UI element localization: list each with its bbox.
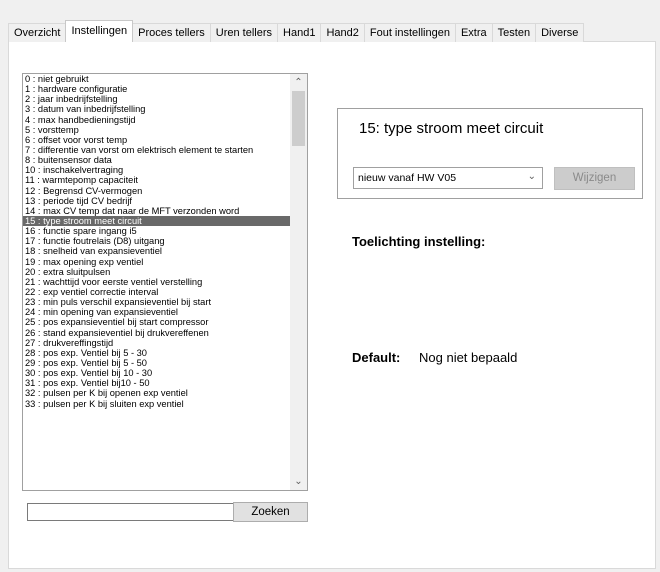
list-item[interactable]: 28 : pos exp. Ventiel bij 5 - 30 [23,348,290,358]
tab-hand1[interactable]: Hand1 [277,23,322,42]
list-item[interactable]: 12 : Begrensd CV-vermogen [23,186,290,196]
list-item[interactable]: 13 : periode tijd CV bedrijf [23,196,290,206]
tab-hand2[interactable]: Hand2 [320,23,365,42]
list-item[interactable]: 19 : max opening exp ventiel [23,257,290,267]
list-item[interactable]: 26 : stand expansieventiel bij drukveref… [23,328,290,338]
settings-listbox[interactable]: 0 : niet gebruikt 1 : hardware configurat… [22,73,308,491]
chevron-down-icon[interactable]: ⌄ [290,473,307,490]
list-item[interactable]: 29 : pos exp. Ventiel bij 5 - 50 [23,358,290,368]
tab-overzicht[interactable]: Overzicht [8,23,67,42]
list-item[interactable]: 18 : snelheid van expansieventiel [23,246,290,256]
list-item[interactable]: 20 : extra sluitpulsen [23,267,290,277]
tab-bar: Overzicht Instellingen Proces tellers Ur… [8,20,585,42]
list-item[interactable]: 14 : max CV temp dat naar de MFT verzond… [23,206,290,216]
list-item[interactable]: 25 : pos expansieventiel bij start compr… [23,317,290,327]
list-item[interactable]: 15 : type stroom meet circuit [23,215,290,227]
explanation-heading: Toelichting instelling: [352,234,486,249]
list-item[interactable]: 30 : pos exp. Ventiel bij 10 - 30 [23,368,290,378]
list-item[interactable]: 31 : pos exp. Ventiel bij10 - 50 [23,378,290,388]
tab-extra[interactable]: Extra [454,23,493,42]
vertical-scrollbar[interactable]: ⌃ ⌄ [290,74,307,490]
list-item[interactable]: 16 : functie spare ingang i5 [23,226,290,236]
list-item[interactable]: 4 : max handbedieningstijd [23,115,290,125]
list-item[interactable]: 1 : hardware configuratie [23,84,290,94]
setting-title: 15: type stroom meet circuit [359,120,544,137]
list-item[interactable]: 3 : datum van inbedrijfstelling [23,104,290,114]
list-item[interactable]: 32 : pulsen per K bij openen exp ventiel [23,388,290,398]
setting-detail-box: 15: type stroom meet circuit nieuw vanaf… [337,108,643,199]
select-value: nieuw vanaf HW V05 [358,172,457,184]
list-item[interactable]: 6 : offset voor vorst temp [23,135,290,145]
tab-fout-instellingen[interactable]: Fout instellingen [363,23,456,42]
list-item[interactable]: 7 : differentie van vorst om elektrisch … [23,145,290,155]
change-button[interactable]: Wijzigen [554,167,635,190]
tab-diverse[interactable]: Diverse [535,23,585,42]
settings-list-items: 0 : niet gebruikt 1 : hardware configurat… [23,74,290,409]
list-item[interactable]: 21 : wachttijd voor eerste ventiel verst… [23,277,290,287]
list-item[interactable]: 2 : jaar inbedrijfstelling [23,94,290,104]
tab-uren-tellers[interactable]: Uren tellers [209,23,279,42]
list-item[interactable]: 17 : functie foutrelais (D8) uitgang [23,236,290,246]
scrollbar-thumb[interactable] [292,91,305,146]
list-item[interactable]: 27 : drukvereffingstijd [23,338,290,348]
chevron-up-icon[interactable]: ⌃ [290,74,307,91]
list-item[interactable]: 11 : warmtepomp capaciteit [23,175,290,185]
search-input[interactable] [27,503,234,521]
default-label: Default: [352,350,401,365]
list-item[interactable]: 0 : niet gebruikt [23,74,290,84]
tab-proces-tellers[interactable]: Proces tellers [132,23,211,42]
app-window: Overzicht Instellingen Proces tellers Ur… [0,0,660,572]
tab-instellingen[interactable]: Instellingen [65,20,134,42]
list-item[interactable]: 23 : min puls verschil expansieventiel b… [23,297,290,307]
list-item[interactable]: 24 : min opening van expansieventiel [23,307,290,317]
chevron-down-icon: ⌄ [527,171,536,182]
list-item[interactable]: 33 : pulsen per K bij sluiten exp ventie… [23,399,290,409]
list-item[interactable]: 5 : vorsttemp [23,125,290,135]
default-value: Nog niet bepaald [419,350,518,365]
list-item[interactable]: 8 : buitensensor data [23,155,290,165]
tab-testen[interactable]: Testen [491,23,537,42]
list-item[interactable]: 10 : inschakelvertraging [23,165,290,175]
setting-value-select[interactable]: nieuw vanaf HW V05 ⌄ [353,167,543,189]
search-button[interactable]: Zoeken [233,502,308,522]
list-item[interactable]: 22 : exp ventiel correctie interval [23,287,290,297]
